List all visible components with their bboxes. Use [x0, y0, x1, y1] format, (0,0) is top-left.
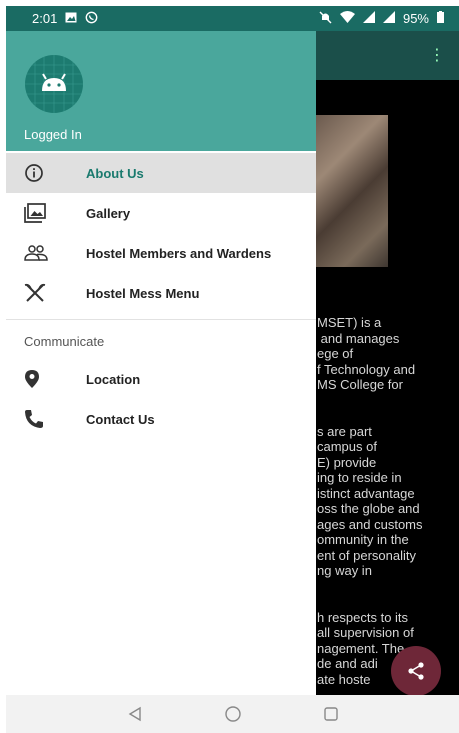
menu-item-mess-menu[interactable]: Hostel Mess Menu: [6, 273, 316, 313]
image-notification-icon: [65, 12, 77, 26]
menu-item-label: Gallery: [86, 205, 131, 221]
gallery-icon: [6, 203, 86, 223]
mute-icon: [319, 11, 332, 27]
home-circle-icon: [225, 706, 241, 722]
whatsapp-icon: [85, 11, 98, 27]
menu-item-contact-us[interactable]: Contact Us: [6, 399, 316, 439]
overflow-menu-icon[interactable]: ⋮: [429, 45, 445, 65]
battery-icon: [437, 11, 444, 26]
menu-item-about-us[interactable]: About Us: [6, 153, 316, 193]
signal-icon-2: [382, 11, 395, 26]
location-pin-icon: [6, 369, 86, 389]
phone-screen: 2:01 95% ⋮ MSET) is a and manages ege of…: [6, 6, 459, 733]
navigation-drawer: Logged In About Us Gallery Hostel Member…: [6, 31, 316, 701]
menu-item-label: Hostel Mess Menu: [86, 285, 200, 301]
battery-percent: 95%: [402, 11, 429, 26]
signal-icon: [362, 11, 375, 26]
menu-item-location[interactable]: Location: [6, 359, 316, 399]
menu-item-label: About Us: [86, 165, 144, 181]
login-status-label: Logged In: [24, 127, 82, 142]
recents-square-icon: [324, 707, 338, 721]
menu-item-gallery[interactable]: Gallery: [6, 193, 316, 233]
drawer-menu: About Us Gallery Hostel Members and Ward…: [6, 151, 316, 439]
hostel-photo: [316, 115, 388, 267]
wifi-icon: [339, 11, 355, 26]
avatar: [25, 55, 83, 113]
utensils-icon: [6, 283, 86, 303]
status-right: 95%: [319, 11, 444, 27]
home-button[interactable]: [222, 703, 244, 725]
back-triangle-icon: [128, 706, 141, 722]
menu-item-label: Contact Us: [86, 411, 155, 427]
section-title-communicate: Communicate: [24, 334, 105, 349]
info-icon: [6, 163, 86, 183]
drawer-header: Logged In: [6, 31, 316, 151]
people-icon: [6, 244, 86, 262]
status-bar: 2:01 95%: [6, 6, 459, 31]
share-icon: [408, 662, 424, 680]
system-nav-bar: [6, 695, 459, 733]
phone-icon: [6, 409, 86, 429]
back-button[interactable]: [124, 703, 146, 725]
menu-item-hostel-members[interactable]: Hostel Members and Wardens: [6, 233, 316, 273]
share-button[interactable]: [391, 646, 441, 696]
status-time: 2:01: [32, 11, 58, 26]
android-icon: [25, 55, 83, 113]
about-text: MSET) is a and manages ege of f Technolo…: [317, 315, 423, 687]
status-left: 2:01: [32, 11, 98, 27]
menu-item-label: Location: [86, 371, 141, 387]
recents-button[interactable]: [320, 703, 342, 725]
menu-item-label: Hostel Members and Wardens: [86, 245, 272, 261]
